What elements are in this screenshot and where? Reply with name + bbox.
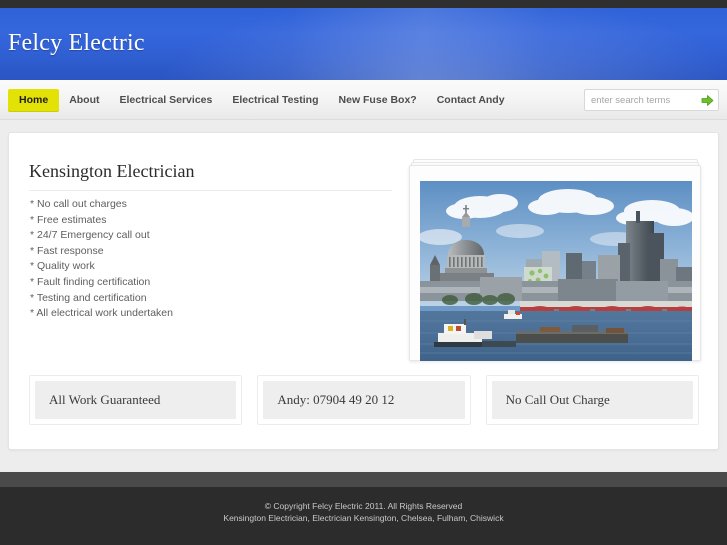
- nav-item-electrical-services[interactable]: Electrical Services: [110, 89, 223, 112]
- nav-item-contact-andy[interactable]: Contact Andy: [427, 89, 515, 112]
- highlight-box-inner: Andy: 07904 49 20 12: [263, 381, 465, 419]
- main-content-panel: Kensington Electrician * No call out cha…: [8, 132, 719, 450]
- highlight-box-phone: Andy: 07904 49 20 12: [257, 375, 471, 425]
- footer-keywords: Kensington Electrician, Electrician Kens…: [223, 513, 504, 523]
- search-input[interactable]: [585, 91, 696, 109]
- hero-photo-frame: [409, 159, 701, 361]
- search-box[interactable]: [584, 89, 719, 111]
- highlight-box-inner: No Call Out Charge: [491, 381, 693, 419]
- photo-stack-sheet-front: [409, 165, 701, 361]
- nav-item-about[interactable]: About: [59, 89, 109, 112]
- nav-item-new-fuse-box[interactable]: New Fuse Box?: [329, 89, 427, 112]
- page-root: Felcy Electric Home About Electrical Ser…: [0, 0, 727, 545]
- nav-list: Home About Electrical Services Electrica…: [8, 80, 515, 120]
- heading-divider: [29, 190, 392, 191]
- nav-item-home[interactable]: Home: [8, 88, 60, 112]
- feature-list: * No call out charges * Free estimates *…: [30, 197, 173, 322]
- top-accent-bar: [0, 0, 727, 8]
- site-footer: © Copyright Felcy Electric 2011. All Rig…: [0, 487, 727, 545]
- list-item: * All electrical work undertaken: [30, 307, 173, 320]
- list-item: * 24/7 Emergency call out: [30, 229, 150, 242]
- list-item: * No call out charges: [30, 198, 127, 210]
- search-submit-button[interactable]: [696, 90, 718, 110]
- highlight-box-no-call-out-charge: No Call Out Charge: [485, 375, 699, 425]
- footer-copyright: © Copyright Felcy Electric 2011. All Rig…: [264, 501, 463, 511]
- nav-item-electrical-testing[interactable]: Electrical Testing: [222, 89, 328, 112]
- site-header: Felcy Electric: [0, 8, 727, 80]
- highlight-box-row: All Work Guaranteed Andy: 07904 49 20 12…: [29, 375, 699, 425]
- list-item: * Testing and certification: [30, 291, 147, 304]
- main-navigation: Home About Electrical Services Electrica…: [0, 80, 727, 120]
- highlight-box-inner: All Work Guaranteed: [35, 381, 237, 419]
- list-item: * Fault finding certification: [30, 275, 151, 288]
- arrow-right-icon: [701, 94, 713, 106]
- list-item: * Free estimates: [30, 213, 107, 226]
- page-title: Kensington Electrician: [29, 161, 195, 181]
- list-item: * Fast response: [30, 244, 104, 257]
- london-skyline-photo: [420, 181, 692, 361]
- site-title: Felcy Electric: [8, 30, 145, 56]
- highlight-box-label: Andy: 07904 49 20 12: [277, 392, 395, 407]
- footer-divider-strip: [0, 472, 727, 487]
- highlight-box-label: No Call Out Charge: [505, 392, 610, 407]
- highlight-box-label: All Work Guaranteed: [49, 392, 161, 407]
- list-item: * Quality work: [30, 260, 95, 273]
- london-skyline-illustration: [420, 181, 692, 361]
- highlight-box-all-work-guaranteed: All Work Guaranteed: [29, 375, 243, 425]
